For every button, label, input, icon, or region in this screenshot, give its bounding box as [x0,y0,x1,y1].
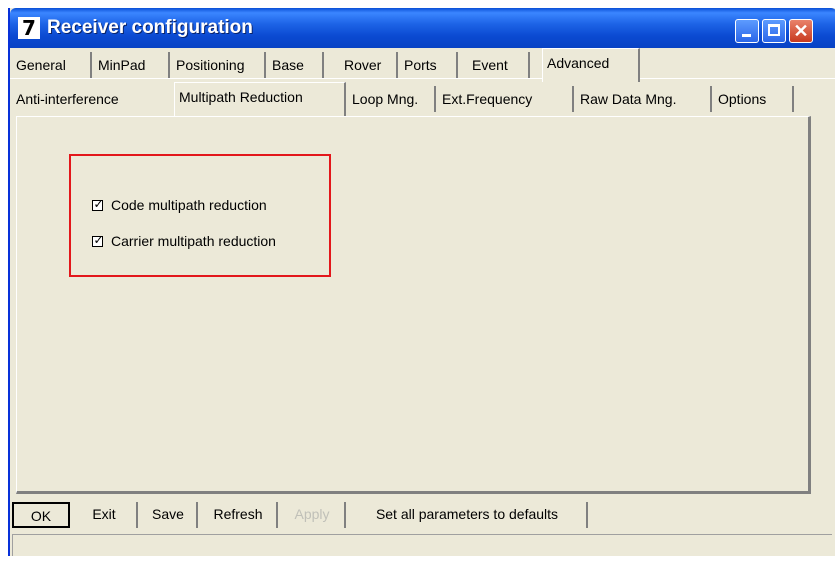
ok-button[interactable]: OK [12,502,70,528]
exit-button[interactable]: Exit [72,502,138,528]
checkmark-icon: ✓ [93,232,104,247]
set-defaults-button[interactable]: Set all parameters to defaults [348,502,588,528]
subtab-raw-data-mng[interactable]: Raw Data Mng. [576,86,712,112]
tab-positioning[interactable]: Positioning [172,52,266,78]
maximize-button[interactable] [762,19,786,43]
window-title: Receiver configuration [47,17,253,38]
subtab-loop-mng[interactable]: Loop Mng. [348,86,436,112]
sub-tab-strip: Anti-interference Multipath Reduction Lo… [10,82,800,116]
tab-minpad[interactable]: MinPad [94,52,170,78]
subtab-multipath-reduction[interactable]: Multipath Reduction [174,82,346,116]
minimize-button[interactable] [735,19,759,43]
tab-advanced[interactable]: Advanced [542,48,640,82]
tab-event[interactable]: Event [468,52,530,78]
receiver-configuration-window: 7 Receiver configuration ✕ General MinPa… [8,8,835,556]
carrier-multipath-option[interactable]: ✓ Carrier multipath reduction [92,231,276,251]
subtab-anti-interference[interactable]: Anti-interference [12,86,170,112]
status-bar [12,534,832,556]
tab-ports[interactable]: Ports [400,52,458,78]
code-multipath-option[interactable]: ✓ Code multipath reduction [92,195,267,215]
subtab-options[interactable]: Options [714,86,794,112]
close-icon: ✕ [793,21,809,41]
maximize-icon [768,24,780,36]
title-bar[interactable]: 7 Receiver configuration ✕ [10,8,835,48]
main-tab-strip: General MinPad Positioning Base Rover Po… [10,48,835,82]
carrier-multipath-checkbox[interactable]: ✓ [92,232,104,247]
tab-rover[interactable]: Rover [340,52,398,78]
receiver-app-icon: 7 [18,17,40,39]
subtab-ext-frequency[interactable]: Ext.Frequency [438,86,574,112]
checkmark-icon: ✓ [93,196,104,211]
close-button[interactable]: ✕ [789,19,813,43]
refresh-button[interactable]: Refresh [200,502,278,528]
carrier-multipath-label: Carrier multipath reduction [111,233,276,249]
save-button[interactable]: Save [140,502,198,528]
tab-base[interactable]: Base [268,52,324,78]
apply-button[interactable]: Apply [280,502,346,528]
highlight-box [69,154,331,277]
code-multipath-label: Code multipath reduction [111,197,267,213]
tab-general[interactable]: General [12,52,92,78]
minimize-icon [742,34,751,37]
code-multipath-checkbox[interactable]: ✓ [92,196,104,211]
